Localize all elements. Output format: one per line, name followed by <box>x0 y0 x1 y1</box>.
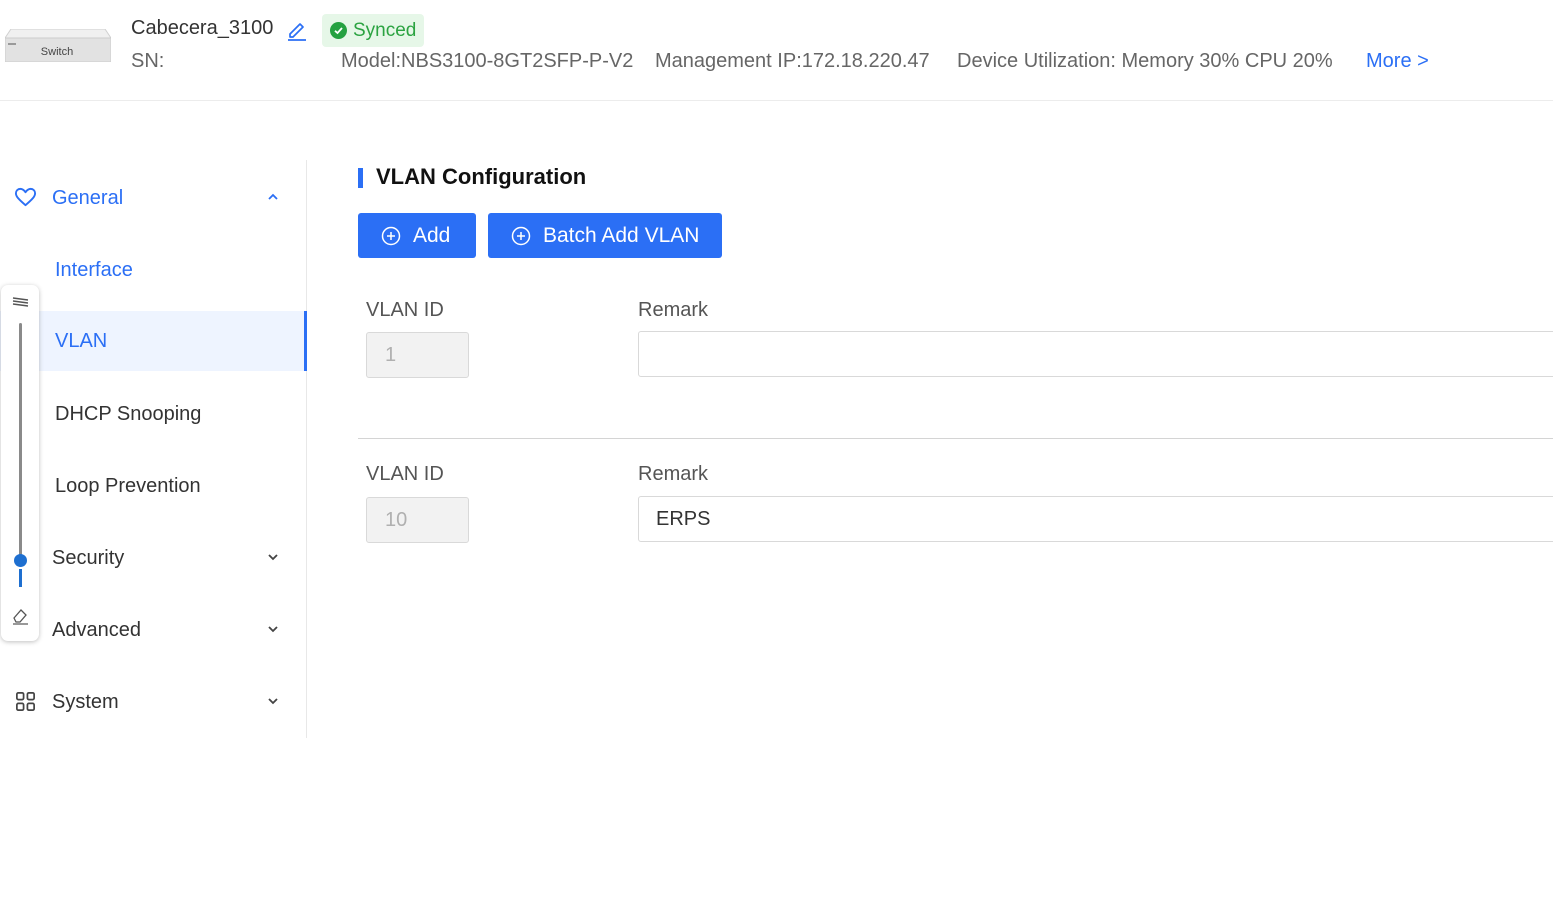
sync-status-label: Synced <box>353 19 417 41</box>
sidebar-group-label: Advanced <box>52 618 141 641</box>
sidebar-group-label: Security <box>52 546 125 569</box>
sidebar-item-label: Loop Prevention <box>55 474 201 497</box>
zoom-fill <box>19 569 22 587</box>
device-model: Model:NBS3100-8GT2SFP-P-V2 <box>341 50 634 72</box>
chevron-up-icon <box>268 193 278 200</box>
sidebar-item-loop-prevention[interactable]: Loop Prevention <box>0 456 306 516</box>
grid-icon <box>16 692 35 711</box>
sidebar-item-label: VLAN <box>55 329 108 352</box>
add-button[interactable]: Add <box>358 213 476 258</box>
chevron-down-icon <box>268 698 278 705</box>
sidebar-item-label: Interface <box>55 258 133 281</box>
edit-icon[interactable] <box>286 19 308 41</box>
switch-image-label: Switch <box>41 46 73 58</box>
section-title-accent <box>358 168 363 188</box>
sync-status-badge: Synced <box>322 14 425 47</box>
sidebar-group-general[interactable]: General <box>0 168 306 228</box>
zoom-lines-icon <box>12 297 29 307</box>
sidebar-group-system[interactable]: System <box>0 672 306 732</box>
sidebar-group-label: System <box>52 690 119 713</box>
heart-icon <box>14 187 37 207</box>
device-name: Cabecera_3100 <box>131 17 274 39</box>
vlan-id-input[interactable] <box>366 332 469 378</box>
remark-input[interactable] <box>638 331 1553 377</box>
chevron-down-icon <box>268 554 278 561</box>
chevron-down-icon <box>268 626 278 633</box>
switch-device-image: Switch <box>5 29 111 62</box>
remark-label: Remark <box>638 463 709 485</box>
serial-number: SN: <box>131 50 165 72</box>
plus-circle-icon <box>381 226 401 245</box>
vlan-id-label: VLAN ID <box>366 299 444 321</box>
more-link[interactable]: More > <box>1366 50 1429 73</box>
sidebar-group-advanced[interactable]: Advanced <box>0 600 306 660</box>
zoom-track[interactable] <box>19 323 22 559</box>
sidebar-group-label: General <box>52 186 124 209</box>
check-circle-icon <box>330 22 347 39</box>
zoom-slider-widget[interactable] <box>1 285 39 641</box>
remark-label: Remark <box>638 299 709 321</box>
plus-circle-icon <box>511 226 531 245</box>
sidebar-item-dhcp-snooping[interactable]: DHCP Snooping <box>0 384 306 444</box>
vlan-id-input[interactable] <box>366 497 469 543</box>
sidebar-nav: General Interface VLAN DHCP Snooping Loo… <box>0 160 307 738</box>
management-ip: Management IP:172.18.220.47 <box>655 50 930 72</box>
sidebar-item-label: DHCP Snooping <box>55 402 202 425</box>
page-title: VLAN Configuration <box>376 164 587 189</box>
sidebar-item-vlan[interactable]: VLAN <box>0 311 307 371</box>
remark-input[interactable] <box>638 496 1553 542</box>
sidebar-item-interface[interactable]: Interface <box>0 240 306 300</box>
vlan-divider <box>358 438 1553 439</box>
batch-add-vlan-button[interactable]: Batch Add VLAN <box>488 213 722 258</box>
zoom-thumb[interactable] <box>14 554 27 567</box>
vlan-id-label: VLAN ID <box>366 463 444 485</box>
device-utilization: Device Utilization: Memory 30% CPU 20% <box>957 50 1333 72</box>
device-header: Switch Cabecera_3100 Synced SN: Model:NB… <box>0 0 1553 101</box>
eraser-icon[interactable] <box>11 606 30 625</box>
batch-add-vlan-label: Batch Add VLAN <box>543 223 700 247</box>
add-button-label: Add <box>413 223 451 247</box>
sidebar-group-security[interactable]: Security <box>0 528 306 588</box>
